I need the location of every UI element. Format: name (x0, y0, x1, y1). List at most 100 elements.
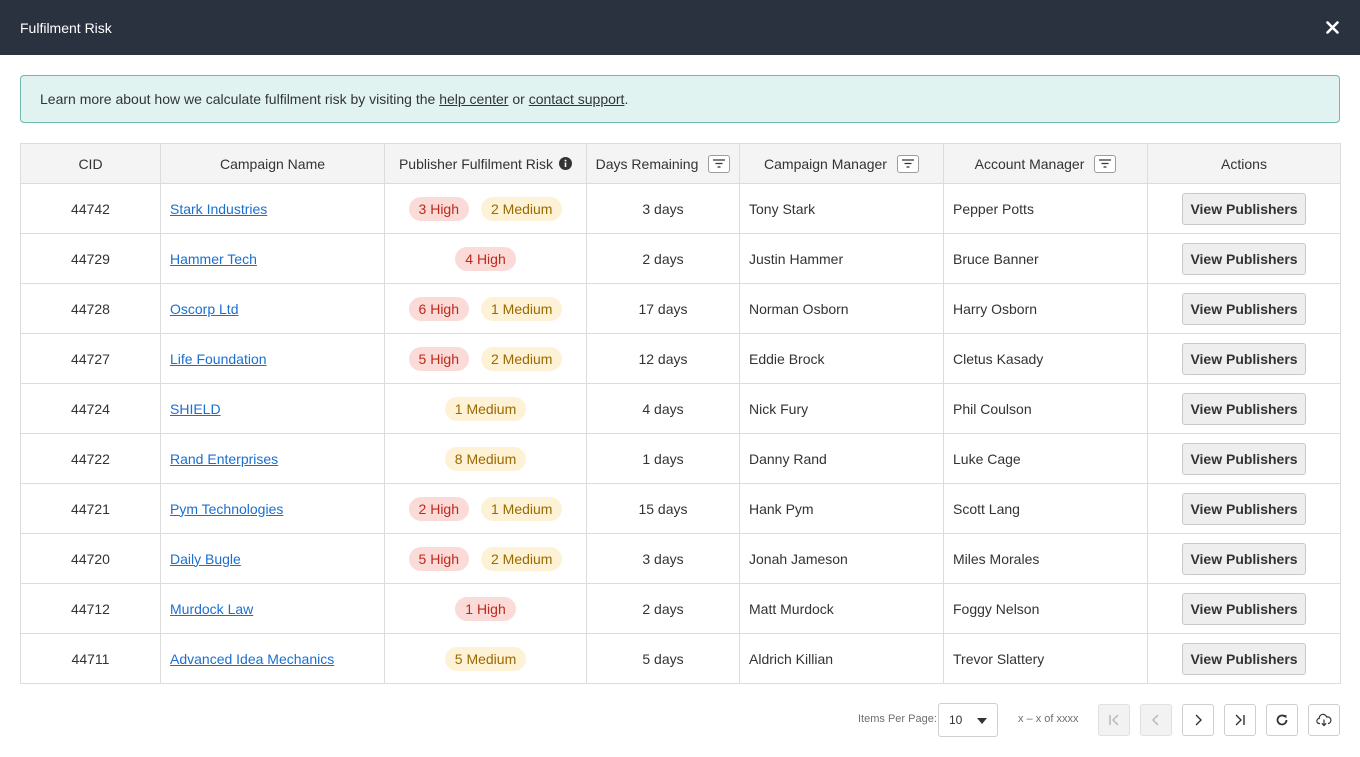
first-page-icon (1109, 714, 1119, 726)
table-row: 44711 Advanced Idea Mechanics 5 Medium 5… (20, 633, 1341, 684)
medium-risk-badge: 1 Medium (481, 296, 563, 321)
items-per-page-select[interactable]: 10 (938, 703, 998, 737)
header-account-manager: Account Manager (943, 143, 1148, 184)
cell-campaign-manager: Hank Pym (739, 483, 944, 534)
campaign-link[interactable]: SHIELD (170, 401, 221, 417)
prev-page-button[interactable] (1140, 704, 1172, 736)
high-risk-badge: 1 High (455, 596, 516, 621)
cell-account-manager: Phil Coulson (943, 383, 1148, 434)
cell-days-remaining: 12 days (586, 333, 740, 384)
campaign-link[interactable]: Life Foundation (170, 351, 267, 367)
campaign-link[interactable]: Murdock Law (170, 601, 253, 617)
cell-risk: 5 Medium (384, 633, 587, 684)
header-cid: CID (20, 143, 161, 184)
next-page-button[interactable] (1182, 704, 1214, 736)
refresh-button[interactable] (1266, 704, 1298, 736)
high-risk-badge: 5 High (408, 346, 469, 371)
cell-days-remaining: 5 days (586, 633, 740, 684)
cell-actions: View Publishers (1147, 533, 1341, 584)
cell-account-manager: Bruce Banner (943, 233, 1148, 284)
table-row: 44712 Murdock Law 1 High 2 days Matt Mur… (20, 583, 1341, 634)
cell-campaign-manager: Norman Osborn (739, 283, 944, 334)
cell-campaign-manager: Eddie Brock (739, 333, 944, 384)
view-publishers-button[interactable]: View Publishers (1182, 542, 1306, 575)
campaign-link[interactable]: Oscorp Ltd (170, 301, 238, 317)
info-icon[interactable] (559, 157, 573, 170)
view-publishers-button[interactable]: View Publishers (1182, 242, 1306, 275)
banner-text-after: . (624, 91, 629, 107)
view-publishers-button[interactable]: View Publishers (1182, 592, 1306, 625)
last-page-button[interactable] (1224, 704, 1256, 736)
filter-account-manager-icon[interactable] (1094, 154, 1117, 173)
help-center-link[interactable]: help center (439, 91, 508, 107)
view-publishers-button[interactable]: View Publishers (1182, 442, 1306, 475)
table-row: 44729 Hammer Tech 4 High 2 days Justin H… (20, 233, 1341, 284)
cell-days-remaining: 17 days (586, 283, 740, 334)
cell-risk: 5 High 2 Medium (384, 533, 587, 584)
cell-risk: 4 High (384, 233, 587, 284)
table-body: 44742 Stark Industries 3 High 2 Medium 3 … (20, 183, 1341, 684)
download-button[interactable] (1308, 704, 1340, 736)
cell-risk: 1 High (384, 583, 587, 634)
banner-text: Learn more about how we calculate fulfil… (40, 91, 628, 107)
cell-risk: 5 High 2 Medium (384, 333, 587, 384)
cell-campaign-name: Rand Enterprises (160, 433, 385, 484)
header-actions: Actions (1147, 143, 1341, 184)
cell-campaign-name: Oscorp Ltd (160, 283, 385, 334)
header-days-remaining: Days Remaining (586, 143, 740, 184)
campaign-link[interactable]: Daily Bugle (170, 551, 241, 567)
campaign-link[interactable]: Hammer Tech (170, 251, 257, 267)
view-publishers-button[interactable]: View Publishers (1182, 642, 1306, 675)
cell-campaign-manager: Aldrich Killian (739, 633, 944, 684)
table-row: 44721 Pym Technologies 2 High 1 Medium 15… (20, 483, 1341, 534)
contact-support-link[interactable]: contact support (529, 91, 625, 107)
first-page-button[interactable] (1098, 704, 1130, 736)
view-publishers-button[interactable]: View Publishers (1182, 392, 1306, 425)
campaign-link[interactable]: Advanced Idea Mechanics (170, 651, 334, 667)
medium-risk-badge: 8 Medium (444, 446, 527, 471)
filter-campaign-manager-icon[interactable] (896, 154, 919, 173)
table-row: 44720 Daily Bugle 5 High 2 Medium 3 days … (20, 533, 1341, 584)
view-publishers-button[interactable]: View Publishers (1182, 342, 1306, 375)
campaign-link[interactable]: Rand Enterprises (170, 451, 278, 467)
medium-risk-badge: 1 Medium (481, 496, 563, 521)
table-row: 44728 Oscorp Ltd 6 High 1 Medium 17 days … (20, 283, 1341, 334)
campaign-link[interactable]: Stark Industries (170, 201, 267, 217)
campaign-link[interactable]: Pym Technologies (170, 501, 283, 517)
cell-actions: View Publishers (1147, 633, 1341, 684)
cell-cid: 44720 (20, 533, 161, 584)
view-publishers-button[interactable]: View Publishers (1182, 192, 1306, 225)
cell-campaign-manager: Tony Stark (739, 183, 944, 234)
medium-risk-badge: 5 Medium (444, 646, 527, 671)
cell-campaign-name: Advanced Idea Mechanics (160, 633, 385, 684)
cell-actions: View Publishers (1147, 583, 1341, 634)
header-campaign-manager-label: Campaign Manager (764, 155, 887, 172)
high-risk-badge: 2 High (408, 496, 469, 521)
view-publishers-button[interactable]: View Publishers (1182, 292, 1306, 325)
close-icon[interactable] (1324, 20, 1340, 36)
cell-campaign-manager: Matt Murdock (739, 583, 944, 634)
filter-days-remaining-icon[interactable] (708, 154, 731, 173)
cell-days-remaining: 1 days (586, 433, 740, 484)
cell-campaign-name: Hammer Tech (160, 233, 385, 284)
cell-campaign-name: Daily Bugle (160, 533, 385, 584)
cell-cid: 44727 (20, 333, 161, 384)
cell-actions: View Publishers (1147, 233, 1341, 284)
cell-days-remaining: 2 days (586, 583, 740, 634)
dialog-header: Fulfilment Risk (0, 0, 1360, 55)
chevron-right-icon (1195, 714, 1202, 726)
table-row: 44742 Stark Industries 3 High 2 Medium 3 … (20, 183, 1341, 234)
dialog-title: Fulfilment Risk (20, 19, 112, 36)
items-per-page-value: 10 (949, 713, 963, 727)
cell-campaign-name: Murdock Law (160, 583, 385, 634)
cell-cid: 44728 (20, 283, 161, 334)
cell-days-remaining: 2 days (586, 233, 740, 284)
header-days-remaining-label: Days Remaining (595, 155, 699, 172)
header-campaign-manager: Campaign Manager (739, 143, 944, 184)
info-banner: Learn more about how we calculate fulfil… (20, 75, 1340, 123)
cell-actions: View Publishers (1147, 333, 1341, 384)
view-publishers-button[interactable]: View Publishers (1182, 492, 1306, 525)
cell-days-remaining: 3 days (586, 533, 740, 584)
header-campaign-name: Campaign Name (160, 143, 385, 184)
cell-actions: View Publishers (1147, 433, 1341, 484)
